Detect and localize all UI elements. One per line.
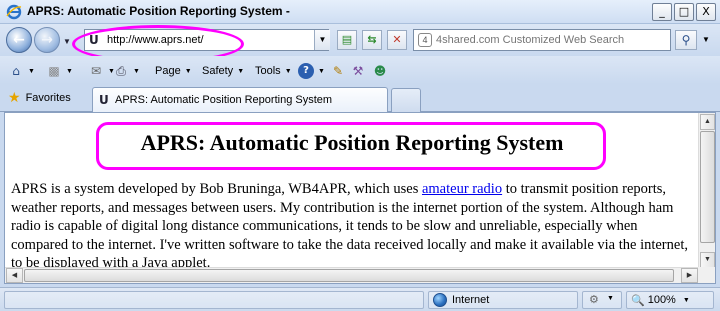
stop-icon: ✕ [392, 33, 402, 46]
scroll-up-button[interactable]: ▲ [700, 114, 715, 130]
scroll-down-button[interactable]: ▼ [700, 252, 715, 268]
safety-menu[interactable]: Safety ▼ [202, 62, 244, 80]
recent-pages-dropdown[interactable]: ▼ [63, 37, 71, 46]
star-icon: ★ [8, 90, 21, 106]
messenger-button[interactable]: ☻ [372, 62, 388, 80]
tab-row: ★ Favorites U APRS: Automatic Position R… [0, 84, 720, 113]
feeds-button[interactable]: ▩ ▼ [46, 62, 73, 80]
home-icon: ⌂ [12, 64, 20, 78]
back-button[interactable]: ← [6, 27, 32, 53]
feeds-icon: ▩ [48, 64, 60, 78]
zoom-icon: 🔍 [631, 293, 645, 307]
navigation-bar: ← → ▼ U http://www.aprs.net/ ▼ ▤ ⇆ ✕ 4 ⚲… [0, 24, 720, 56]
command-bar: ⌂ ▼ ▩ ▼ ✉ ▼ ⎙ ▼ Page ▼ Safety ▼ Tools ▼ ? ▼ ✎ ⚒ … [0, 56, 720, 84]
aprs-favicon: U [89, 33, 99, 47]
zone-label: Internet [452, 294, 490, 306]
research-icon: ✎ [332, 64, 344, 78]
search-provider-icon: 4 [418, 33, 432, 47]
favorites-button[interactable]: ★ Favorites [8, 90, 71, 106]
print-icon: ⎙ [116, 64, 126, 78]
window-title: APRS: Automatic Position Reporting Syste… [27, 4, 290, 18]
page-menu-label: Page [155, 65, 181, 77]
maximize-button[interactable]: □ [674, 3, 694, 21]
zoom-level: 100% [647, 294, 676, 306]
help-button[interactable]: ? ▼ [298, 62, 325, 80]
search-icon: ⚲ [681, 33, 691, 47]
tab-label: APRS: Automatic Position Reporting Syste… [115, 94, 333, 106]
status-bar: Internet ⚙ ▼ 🔍 100% ▼ [0, 287, 720, 311]
compat-view-button[interactable]: ▤ [337, 30, 357, 50]
addon-icon: ⚒ [352, 64, 364, 78]
address-url[interactable]: http://www.aprs.net/ [107, 34, 204, 46]
search-button[interactable]: ⚲ [675, 30, 697, 50]
compat-view-icon: ▤ [341, 33, 353, 46]
window-controls: _ □ X [652, 3, 716, 21]
tools-menu-label: Tools [255, 65, 281, 77]
forward-icon: → [41, 32, 53, 48]
scroll-left-button[interactable]: ◀ [6, 268, 23, 283]
aprs-favicon: U [99, 93, 109, 107]
vertical-scroll-thumb[interactable] [700, 131, 715, 243]
protected-mode-icon: ⚙ [589, 293, 599, 306]
back-icon: ← [13, 32, 25, 48]
page-heading: APRS: Automatic Position Reporting Syste… [140, 130, 564, 155]
messenger-icon: ☻ [373, 64, 387, 78]
scroll-right-button[interactable]: ▶ [681, 268, 698, 283]
body-text-intro: APRS is a system developed by Bob Brunin… [11, 181, 422, 197]
zoom-pane[interactable]: 🔍 100% ▼ [626, 291, 714, 309]
close-button[interactable]: X [696, 3, 716, 21]
new-tab-button[interactable] [391, 88, 421, 112]
address-dropdown[interactable]: ▼ [314, 30, 330, 50]
tab-aprs[interactable]: U APRS: Automatic Position Reporting Sys… [92, 87, 388, 113]
search-input[interactable] [436, 32, 666, 48]
mail-icon: ✉ [90, 64, 102, 78]
amateur-radio-link[interactable]: amateur radio [422, 181, 502, 197]
print-button[interactable]: ⎙ ▼ [113, 62, 140, 80]
horizontal-scroll-thumb[interactable] [24, 269, 674, 282]
favorites-label: Favorites [25, 92, 71, 104]
search-box[interactable]: 4 [413, 29, 671, 51]
ie-logo-icon [6, 4, 22, 20]
page-body-text: APRS is a system developed by Bob Brunin… [11, 180, 695, 269]
status-text-pane [4, 291, 424, 309]
stop-button[interactable]: ✕ [387, 30, 407, 50]
title-bar: APRS: Automatic Position Reporting Syste… [0, 0, 720, 24]
address-bar[interactable]: U http://www.aprs.net/ [84, 29, 329, 51]
protected-mode-pane[interactable]: ⚙ ▼ [582, 291, 622, 309]
page-viewport: APRS: Automatic Position Reporting Syste… [4, 112, 716, 284]
home-button[interactable]: ⌂ ▼ [8, 62, 35, 80]
page-menu[interactable]: Page ▼ [155, 62, 192, 80]
refresh-button[interactable]: ⇆ [362, 30, 382, 50]
search-options-dropdown[interactable]: ▼ [699, 30, 713, 50]
forward-button[interactable]: → [34, 27, 60, 53]
tools-menu[interactable]: Tools ▼ [255, 62, 292, 80]
minimize-button[interactable]: _ [652, 3, 672, 21]
horizontal-scrollbar[interactable]: ◀ ▶ [5, 267, 699, 283]
web-page: APRS: Automatic Position Reporting Syste… [5, 113, 699, 269]
security-zone-pane[interactable]: Internet [428, 291, 578, 309]
mail-button[interactable]: ✉ ▼ [88, 62, 115, 80]
scrollbar-corner [698, 267, 715, 283]
research-button[interactable]: ✎ [330, 62, 346, 80]
vertical-scrollbar[interactable]: ▲ ▼ [698, 113, 715, 269]
refresh-icon: ⇆ [367, 33, 377, 46]
addon-button[interactable]: ⚒ [350, 62, 366, 80]
globe-icon [433, 293, 447, 307]
safety-menu-label: Safety [202, 65, 234, 77]
help-icon: ? [298, 63, 314, 79]
